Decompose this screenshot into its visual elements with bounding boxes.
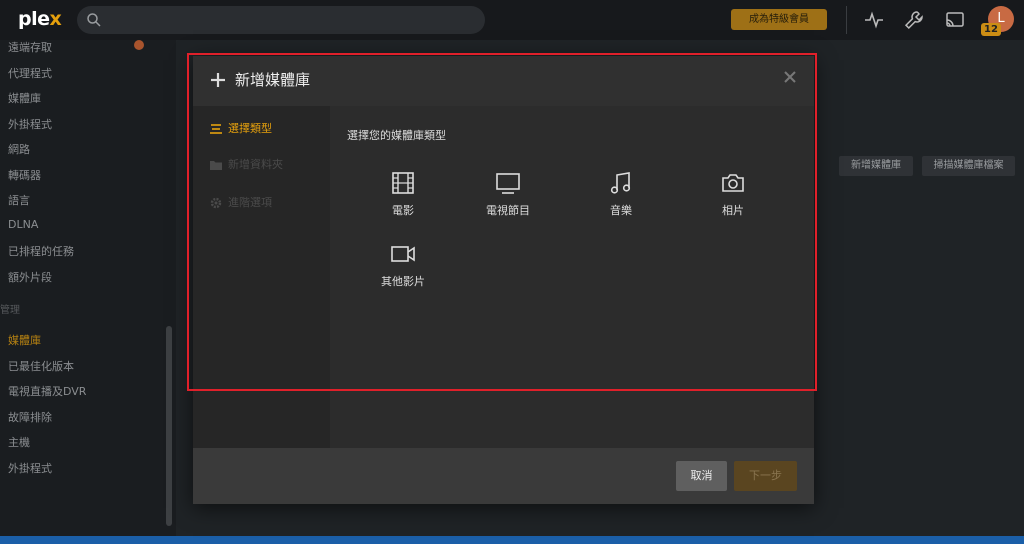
plus-icon (211, 73, 225, 87)
alert-dot (134, 40, 144, 50)
select-type-heading: 選擇您的媒體庫類型 (347, 129, 446, 142)
dialog-header: 新增媒體庫 (193, 56, 814, 106)
sidebar-item-language[interactable]: 語言 (8, 192, 30, 208)
sidebar-item-remote-access[interactable]: 遠端存取 (8, 39, 52, 55)
library-type-label: 電影 (392, 204, 414, 217)
add-library-dialog: 新增媒體庫 選擇類型 新增資料夾 進階選項 選擇您的媒體庫類型 電影 電視節目 … (193, 56, 814, 504)
divider (846, 6, 847, 34)
music-icon (610, 172, 631, 194)
sidebar-item-manage-libraries[interactable]: 媒體庫 (8, 332, 41, 348)
search-input[interactable] (107, 10, 477, 30)
sidebar-item-library[interactable]: 媒體庫 (8, 90, 41, 106)
step-select-type[interactable]: 選擇類型 (209, 120, 272, 136)
gear-icon (210, 197, 222, 209)
library-type-panel: 選擇您的媒體庫類型 電影 電視節目 音樂 相片 其他影片 (330, 106, 814, 448)
activity-icon[interactable] (863, 9, 885, 31)
library-type-label: 相片 (722, 204, 744, 217)
film-icon (392, 172, 414, 194)
step-label: 選擇類型 (228, 122, 272, 135)
dialog-title: 新增媒體庫 (235, 71, 311, 89)
notification-badge: 12 (981, 23, 1001, 36)
sidebar-item-transcoder[interactable]: 轉碼器 (8, 167, 41, 183)
sidebar-section-manage: 管理 (0, 305, 20, 316)
add-library-button[interactable]: 新增媒體庫 (839, 156, 913, 176)
settings-sidebar: 遠端存取 代理程式 媒體庫 外掛程式 網路 轉碼器 語言 DLNA 已排程的任務… (0, 40, 176, 540)
sidebar-item-console[interactable]: 主機 (8, 434, 30, 450)
sidebar-item-extras[interactable]: 額外片段 (8, 269, 52, 285)
camera-icon (722, 174, 744, 192)
search-icon (87, 13, 101, 27)
library-type-label: 其他影片 (381, 275, 425, 288)
library-type-tv-shows[interactable]: 電視節目 (463, 170, 553, 230)
cancel-button[interactable]: 取消 (676, 461, 727, 491)
plex-logo[interactable]: plex (18, 8, 62, 30)
tv-icon (496, 173, 520, 194)
search-bar[interactable] (77, 6, 485, 34)
scan-library-files-button[interactable]: 掃描媒體庫檔案 (922, 156, 1015, 176)
step-label: 新增資料夾 (228, 158, 283, 171)
library-type-photos[interactable]: 相片 (688, 170, 778, 230)
library-type-label: 電視節目 (486, 204, 530, 217)
sidebar-item-dlna[interactable]: DLNA (8, 218, 38, 231)
step-advanced: 進階選項 (209, 194, 272, 210)
sidebar-item-live-tv-dvr[interactable]: 電視直播及DVR (8, 383, 86, 399)
sidebar-item-plugins-2[interactable]: 外掛程式 (8, 460, 52, 476)
os-taskbar (0, 536, 1024, 544)
step-add-folders: 新增資料夾 (209, 156, 283, 172)
sidebar-item-optimized-versions[interactable]: 已最佳化版本 (8, 358, 74, 374)
list-icon (210, 124, 222, 134)
sidebar-item-network[interactable]: 網路 (8, 141, 30, 157)
dialog-footer: 取消 下一步 (193, 448, 814, 504)
go-premium-button[interactable]: 成為特級會員 (731, 9, 827, 30)
library-type-other-videos[interactable]: 其他影片 (358, 241, 448, 301)
logo-x: x (49, 8, 62, 30)
video-camera-icon (391, 246, 415, 262)
wrench-icon[interactable] (903, 9, 925, 31)
step-label: 進階選項 (228, 196, 272, 209)
library-type-movies[interactable]: 電影 (358, 170, 448, 230)
cast-icon[interactable] (944, 9, 966, 31)
library-type-label: 音樂 (610, 204, 632, 217)
folder-icon (210, 161, 222, 170)
next-button[interactable]: 下一步 (734, 461, 797, 491)
close-icon[interactable] (783, 70, 797, 84)
sidebar-item-scheduled-tasks[interactable]: 已排程的任務 (8, 243, 74, 259)
logo-text: ple (18, 8, 50, 30)
sidebar-item-troubleshooting[interactable]: 故障排除 (8, 409, 52, 425)
sidebar-scrollbar[interactable] (166, 326, 172, 526)
sidebar-item-agents[interactable]: 代理程式 (8, 65, 52, 81)
top-bar: plex 成為特級會員 L 12 (0, 0, 1024, 40)
wizard-steps: 選擇類型 新增資料夾 進階選項 (193, 106, 330, 448)
sidebar-item-plugins[interactable]: 外掛程式 (8, 116, 52, 132)
library-type-music[interactable]: 音樂 (576, 170, 666, 230)
